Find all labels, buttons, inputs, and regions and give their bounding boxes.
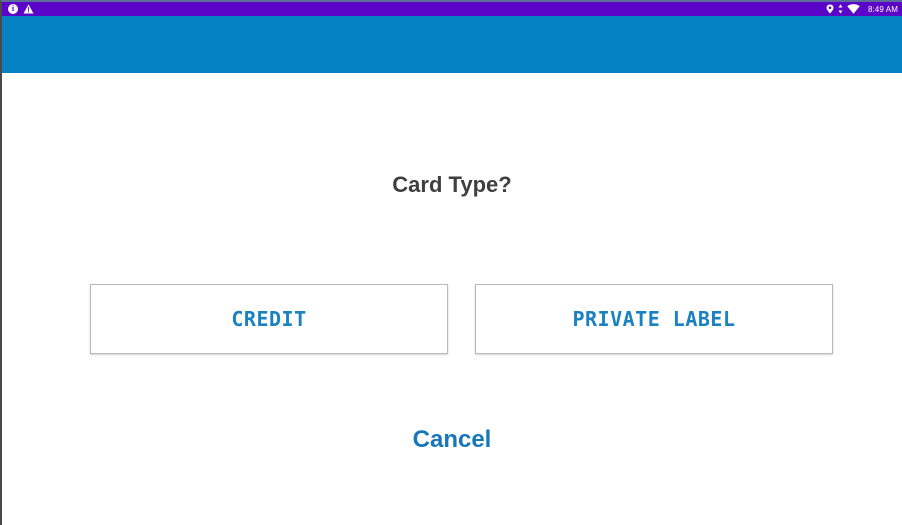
- status-left-icons: i: [8, 2, 34, 16]
- screen-frame: i 8:49 AM Card Type? CREDIT PRIVATE LABE…: [0, 0, 902, 525]
- status-time: 8:49 AM: [867, 4, 898, 14]
- cancel-container: Cancel: [2, 426, 902, 454]
- private-label-button[interactable]: PRIVATE LABEL: [475, 284, 833, 354]
- card-type-prompt: Card Type?: [392, 172, 512, 197]
- credit-button-label: CREDIT: [231, 307, 307, 331]
- info-icon: i: [8, 4, 18, 14]
- wifi-icon: [847, 4, 860, 14]
- private-label-button-label: PRIVATE LABEL: [572, 307, 736, 331]
- data-arrows-icon: [838, 4, 843, 14]
- app-bar: [2, 16, 902, 73]
- credit-button[interactable]: CREDIT: [90, 284, 448, 354]
- status-right-icons: 8:49 AM: [826, 2, 898, 16]
- warning-icon: [23, 4, 34, 14]
- status-bar: i 8:49 AM: [2, 2, 902, 16]
- cancel-button[interactable]: Cancel: [413, 426, 492, 453]
- location-icon: [826, 4, 834, 14]
